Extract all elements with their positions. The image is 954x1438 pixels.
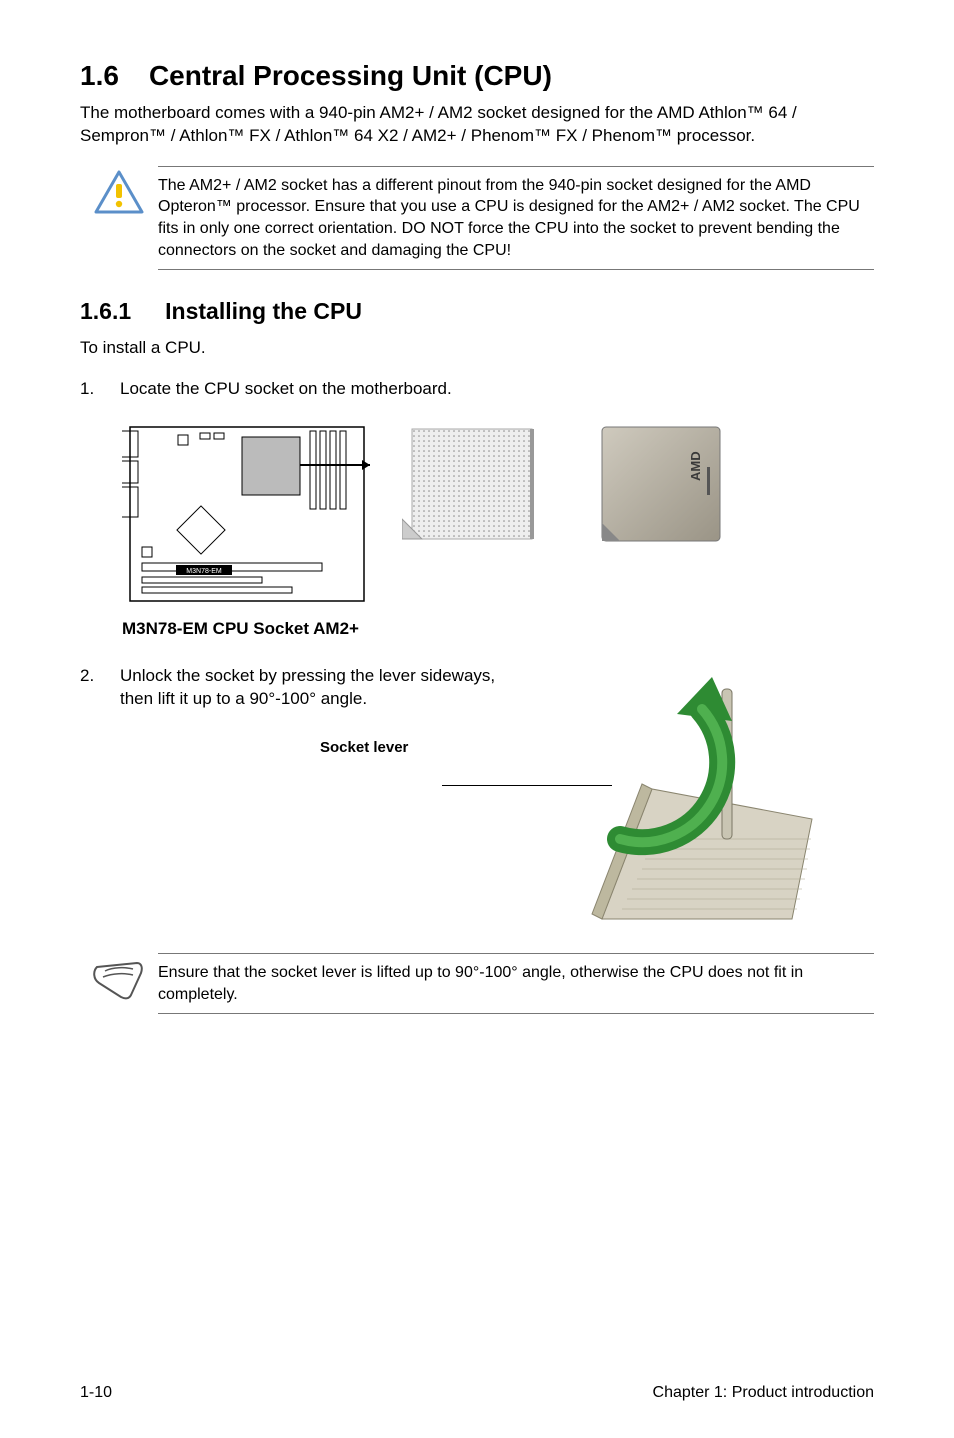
socket-closeup-diagram: [402, 419, 562, 549]
footer-page-number: 1-10: [80, 1384, 112, 1402]
diagram-caption: M3N78-EM CPU Socket AM2+: [122, 619, 874, 639]
leader-line: [442, 785, 612, 786]
warning-text: The AM2+ / AM2 socket has a different pi…: [158, 166, 874, 270]
svg-text:AMD: AMD: [688, 452, 703, 482]
diagram-row: M3N78-EM: [122, 419, 874, 609]
section-intro-text: The motherboard comes with a 940-pin AM2…: [80, 102, 874, 148]
subsection-number: 1.6.1: [80, 298, 131, 325]
step-2-row: 2. Unlock the socket by pressing the lev…: [80, 659, 874, 929]
step-1: 1. Locate the CPU socket on the motherbo…: [80, 378, 874, 401]
cpu-chip-image: AMD: [592, 419, 732, 549]
step-2-text: Unlock the socket by pressing the lever …: [120, 665, 510, 711]
board-model-label: M3N78-EM: [186, 568, 222, 575]
socket-lever-label: Socket lever: [320, 739, 510, 756]
step-1-text: Locate the CPU socket on the motherboard…: [120, 378, 874, 401]
warning-icon: [94, 170, 144, 214]
note-text: Ensure that the socket lever is lifted u…: [158, 953, 874, 1014]
socket-lever-diagram: [562, 659, 822, 929]
section-number: 1.6: [80, 60, 119, 92]
subsection-lead: To install a CPU.: [80, 337, 874, 360]
page-footer: 1-10 Chapter 1: Product introduction: [80, 1384, 874, 1402]
section-title-text: Central Processing Unit (CPU): [149, 60, 552, 91]
section-heading: 1.6 Central Processing Unit (CPU): [80, 60, 874, 92]
subsection-title-text: Installing the CPU: [165, 298, 362, 324]
step-1-number: 1.: [80, 378, 120, 401]
step-2-number: 2.: [80, 665, 120, 711]
note-icon: [91, 957, 147, 1001]
note-callout: Ensure that the socket lever is lifted u…: [80, 953, 874, 1014]
motherboard-diagram: M3N78-EM: [122, 419, 372, 609]
subsection-heading: 1.6.1 Installing the CPU: [80, 298, 874, 325]
footer-chapter: Chapter 1: Product introduction: [653, 1384, 874, 1402]
warning-callout: The AM2+ / AM2 socket has a different pi…: [80, 166, 874, 270]
